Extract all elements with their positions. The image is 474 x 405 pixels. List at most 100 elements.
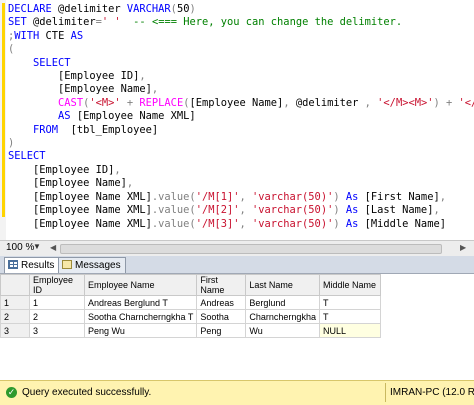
code-token: + xyxy=(120,96,140,109)
code-token: 50 xyxy=(176,3,190,15)
chevron-down-icon[interactable]: ▼ xyxy=(33,242,41,251)
code-line[interactable]: DECLARE @delimiter VARCHAR(50) xyxy=(8,3,474,16)
code-token: REPLACE xyxy=(139,96,184,109)
code-line[interactable]: [Employee Name], xyxy=(8,177,474,190)
zoom-bar: 100 % ▼ ◀ ▶ xyxy=(0,240,474,257)
cell-last-name[interactable]: Berglund xyxy=(245,295,320,310)
tab-messages-label: Messages xyxy=(75,260,121,271)
horizontal-scrollbar[interactable] xyxy=(60,244,442,254)
code-token: , xyxy=(358,96,378,109)
cell-last-name[interactable]: Wu xyxy=(245,323,320,338)
cell-employee-name[interactable]: Andreas Berglund T xyxy=(83,295,198,310)
code-token: .value( xyxy=(151,204,196,217)
code-line[interactable]: AS [Employee Name XML] xyxy=(8,110,474,123)
cell-employee-id[interactable]: 3 xyxy=(29,323,85,338)
code-line[interactable]: ) xyxy=(8,137,474,150)
code-token: , xyxy=(439,190,446,203)
code-line[interactable]: [Employee ID], xyxy=(8,164,474,177)
code-token: WITH xyxy=(14,29,40,42)
code-token: [Employee Name XML] xyxy=(8,204,152,217)
header-row: Employee ID Employee Name First Name Las… xyxy=(0,274,381,296)
code-token: , xyxy=(239,217,252,230)
column-header-rownum[interactable] xyxy=(0,274,30,296)
column-header-employee-name[interactable]: Employee Name xyxy=(83,274,198,296)
cell-middle-name[interactable]: NULL xyxy=(318,323,381,338)
code-token: ) xyxy=(189,3,196,15)
code-token: 'varchar(50)' xyxy=(252,217,334,230)
code-line[interactable]: SET @delimiter=' ' -- <=== Here, you can… xyxy=(8,16,474,29)
code-token: @delimiter xyxy=(26,16,96,29)
code-line[interactable]: FROM [tbl_Employee] xyxy=(8,124,474,137)
code-token: , xyxy=(239,204,252,217)
scroll-right-icon[interactable]: ▶ xyxy=(460,243,466,252)
tab-results[interactable]: Results xyxy=(4,257,60,273)
cell-first-name[interactable]: Peng xyxy=(196,323,247,338)
code-line[interactable]: SELECT xyxy=(8,57,474,70)
code-line[interactable]: ;WITH CTE AS xyxy=(8,30,474,43)
results-grid[interactable]: Employee ID Employee Name First Name Las… xyxy=(0,274,474,378)
code-line[interactable]: SELECT xyxy=(8,150,474,163)
code-token: [Employee Name XML] xyxy=(70,110,196,123)
table-row[interactable]: 3 3 Peng Wu Peng Wu NULL xyxy=(0,323,381,338)
code-token: ' ' xyxy=(101,16,121,29)
code-token: As xyxy=(345,217,359,230)
code-line[interactable]: [Employee Name], xyxy=(8,83,474,96)
code-token: [First Name] xyxy=(358,190,440,203)
code-token: , xyxy=(139,70,146,83)
status-message: Query executed successfully. xyxy=(22,387,152,398)
code-line[interactable]: [Employee Name XML].value('/M[2]', 'varc… xyxy=(8,204,474,217)
table-row[interactable]: 1 1 Andreas Berglund T Andreas Berglund … xyxy=(0,295,381,310)
code-token: CAST xyxy=(58,96,84,109)
cell-middle-name[interactable]: T xyxy=(318,309,381,324)
sql-code[interactable]: DECLARE @delimiter VARCHAR(50) SET @delim… xyxy=(8,3,474,240)
code-token: 'varchar(50)' xyxy=(252,204,334,217)
code-token: SET xyxy=(8,16,27,29)
code-token: , xyxy=(151,83,159,96)
code-token: SELECT xyxy=(8,150,46,163)
tab-messages[interactable]: Messages xyxy=(58,257,126,273)
column-header-last-name[interactable]: Last Name xyxy=(245,274,320,296)
column-header-employee-id[interactable]: Employee ID xyxy=(29,274,85,296)
cell-first-name[interactable]: Andreas xyxy=(196,295,247,310)
cell-middle-name[interactable]: T xyxy=(318,295,381,310)
code-line[interactable]: [Employee Name XML].value('/M[3]', 'varc… xyxy=(8,218,474,231)
zoom-level[interactable]: 100 % xyxy=(6,242,34,253)
row-number[interactable]: 1 xyxy=(0,295,30,310)
code-line[interactable]: [Employee ID], xyxy=(8,70,474,83)
code-token: , xyxy=(114,163,121,176)
table-row[interactable]: 2 2 Sootha Charncherngkha T Sootha Charn… xyxy=(0,309,381,324)
code-token: '<M>' xyxy=(89,96,121,109)
code-line[interactable]: [Employee Name XML].value('/M[1]', 'varc… xyxy=(8,191,474,204)
column-header-first-name[interactable]: First Name xyxy=(196,274,247,296)
grid-icon xyxy=(8,260,18,269)
cell-last-name[interactable]: Charncherngkha xyxy=(245,309,320,324)
column-header-middle-name[interactable]: Middle Name xyxy=(318,274,381,296)
code-token: '/M[2]' xyxy=(195,204,240,217)
results-tabs: Results Messages xyxy=(0,256,474,274)
code-token: , xyxy=(283,96,296,109)
code-line[interactable]: ( xyxy=(8,43,474,56)
code-line[interactable] xyxy=(8,231,474,240)
row-number[interactable]: 2 xyxy=(0,309,30,324)
code-token: As xyxy=(345,190,359,203)
code-token: .value( xyxy=(151,217,196,230)
code-token: '</M><M>' xyxy=(377,96,434,109)
cell-employee-id[interactable]: 1 xyxy=(29,295,85,310)
cell-employee-id[interactable]: 2 xyxy=(29,309,85,324)
code-token: AS xyxy=(58,110,71,123)
code-token: [Employee ID] xyxy=(8,163,115,176)
cell-employee-name[interactable]: Sootha Charncherngkha T xyxy=(83,309,198,324)
code-token: [Employee Name] xyxy=(8,83,152,96)
success-check-icon: ✓ xyxy=(6,387,17,398)
cell-first-name[interactable]: Sootha xyxy=(196,309,247,324)
cell-employee-name[interactable]: Peng Wu xyxy=(83,323,198,338)
code-line[interactable]: CAST('<M>' + REPLACE([Employee Name], @d… xyxy=(8,97,474,110)
scroll-left-icon[interactable]: ◀ xyxy=(50,243,56,252)
query-editor[interactable]: DECLARE @delimiter VARCHAR(50) SET @delim… xyxy=(0,0,474,240)
code-token: FROM xyxy=(33,123,59,136)
results-table: Employee ID Employee Name First Name Las… xyxy=(0,274,381,338)
code-token: '</M>' xyxy=(458,96,474,109)
row-number[interactable]: 3 xyxy=(0,323,30,338)
code-token: [Employee Name XML] xyxy=(8,217,152,230)
